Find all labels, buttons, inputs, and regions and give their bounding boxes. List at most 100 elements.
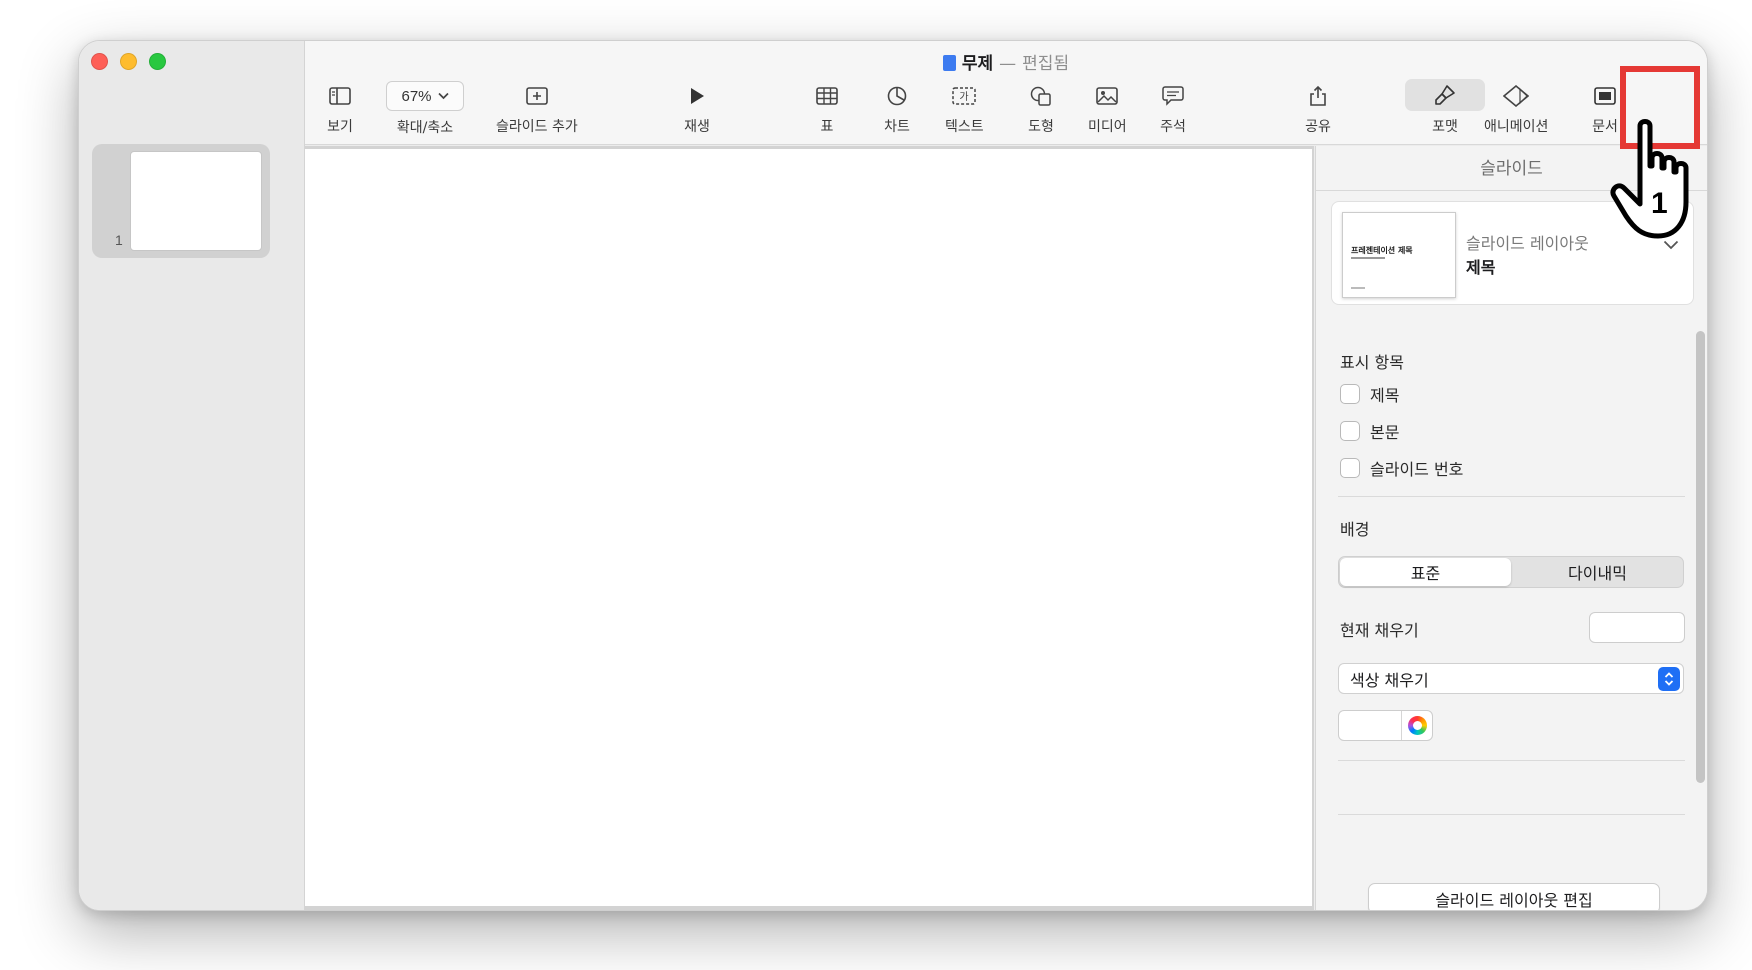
comment-icon [1158, 83, 1188, 109]
slide-thumbnail[interactable]: 1 [92, 144, 270, 258]
document-icon [1590, 83, 1620, 109]
edit-slide-layout-button[interactable]: 슬라이드 레이아웃 편집 [1368, 883, 1660, 910]
share-button[interactable]: 공유 [1303, 83, 1333, 136]
comment-button[interactable]: 주석 [1158, 83, 1188, 136]
slide-number-checkbox-row[interactable]: 슬라이드 번호 [1340, 456, 1463, 480]
paintbrush-icon [1405, 79, 1485, 111]
layout-thumbnail: 프레젠테이션 제목 [1342, 212, 1456, 298]
photo-icon [1092, 83, 1122, 109]
fill-type-select[interactable]: 색상 채우기 [1338, 663, 1684, 694]
shape-button[interactable]: 도형 [1026, 83, 1056, 136]
body-checkbox[interactable] [1340, 421, 1360, 441]
svg-text:가: 가 [960, 91, 969, 103]
add-slide-icon [522, 83, 552, 109]
background-label: 배경 [1340, 520, 1370, 539]
comment-label: 주석 [1160, 119, 1186, 135]
share-icon [1303, 83, 1333, 109]
sidebar-icon [325, 83, 355, 109]
inspector-title: 슬라이드 [1480, 159, 1543, 179]
background-mode-segmented-control: 표준 다이내믹 [1338, 556, 1684, 588]
layout-caption: 슬라이드 레이아웃 [1466, 234, 1589, 253]
zoom-control[interactable]: 67% 확대/축소 [386, 81, 464, 137]
slide-thumbnail-preview[interactable] [130, 151, 262, 251]
segment-standard[interactable]: 표준 [1340, 558, 1511, 586]
body-checkbox-label: 본문 [1370, 423, 1400, 442]
view-button[interactable]: 보기 [325, 83, 355, 136]
chart-button[interactable]: 차트 [882, 83, 912, 136]
main-area: 무제 — 편집됨 보기 67% 확대/축소 슬라이드 추가 재생 표 차트 가 … [305, 41, 1707, 910]
chart-label: 차트 [884, 119, 910, 135]
chevron-down-icon [437, 92, 449, 100]
text-button[interactable]: 가 텍스트 [945, 83, 984, 136]
layout-thumbnail-footer-line [1351, 287, 1365, 289]
close-window-button[interactable] [91, 53, 108, 70]
shapes-icon [1026, 83, 1056, 109]
diamond-icon [1501, 83, 1531, 109]
color-wheel-icon [1408, 716, 1427, 735]
inspector-panel: 슬라이드 프레젠테이션 제목 슬라이드 레이아웃 제목 표시 항목 제목 본문 … [1315, 146, 1707, 910]
table-button[interactable]: 표 [812, 83, 842, 136]
body-checkbox-row[interactable]: 본문 [1340, 419, 1399, 443]
title-checkbox[interactable] [1340, 384, 1360, 404]
window-controls [91, 53, 166, 70]
title-checkbox-row[interactable]: 제목 [1340, 382, 1399, 406]
slide-number-checkbox-label: 슬라이드 번호 [1370, 460, 1464, 479]
document-label: 문서 [1592, 119, 1618, 135]
fill-type-value: 색상 채우기 [1350, 670, 1429, 690]
share-label: 공유 [1305, 119, 1331, 135]
screen: 1 무제 — 편집됨 보기 67% 확대/축소 슬라이드 추가 재생 표 차트 … [0, 0, 1752, 970]
text-label: 텍스트 [945, 119, 984, 135]
play-icon [682, 83, 712, 109]
title-checkbox-label: 제목 [1370, 386, 1400, 405]
layout-thumbnail-title: 프레젠테이션 제목 [1351, 246, 1413, 255]
slide-navigator: 1 [79, 41, 305, 910]
color-well[interactable] [1338, 710, 1433, 741]
slide-canvas-area [305, 146, 1314, 910]
document-button[interactable]: 문서 [1590, 83, 1620, 136]
format-button[interactable]: 포맷 [1405, 79, 1485, 136]
section-divider [1338, 760, 1685, 761]
edit-state: 편집됨 [1022, 54, 1070, 74]
maximize-window-button[interactable] [149, 53, 166, 70]
zoom-select[interactable]: 67% [386, 81, 464, 111]
media-label: 미디어 [1088, 119, 1127, 135]
segment-dynamic[interactable]: 다이내믹 [1512, 557, 1683, 587]
document-name: 무제 [961, 54, 994, 74]
play-button[interactable]: 재생 [682, 83, 712, 136]
table-icon [812, 83, 842, 109]
zoom-value: 67% [401, 87, 432, 105]
section-divider [1338, 496, 1685, 497]
chevron-down-icon [1663, 240, 1679, 250]
play-label: 재생 [684, 119, 710, 135]
layout-thumbnail-subtitle-line [1351, 257, 1385, 259]
slide-canvas[interactable] [305, 149, 1312, 906]
current-fill-label: 현재 채우기 [1340, 621, 1419, 640]
animate-button[interactable]: 애니메이션 [1484, 83, 1548, 136]
inspector-scrollbar[interactable] [1696, 331, 1705, 783]
table-label: 표 [820, 119, 834, 135]
color-picker-button[interactable] [1401, 711, 1432, 740]
keynote-window: 1 무제 — 편집됨 보기 67% 확대/축소 슬라이드 추가 재생 표 차트 … [78, 40, 1708, 911]
inspector-header-divider [1316, 190, 1707, 191]
keynote-document-icon [942, 55, 956, 71]
current-fill-swatch[interactable] [1589, 612, 1685, 643]
format-label: 포맷 [1432, 119, 1458, 135]
pie-chart-icon [882, 83, 912, 109]
slide-number: 1 [115, 232, 123, 248]
window-title: 무제 — 편집됨 [305, 49, 1707, 74]
up-down-arrows-icon [1658, 667, 1680, 691]
appearance-label: 표시 항목 [1340, 353, 1404, 372]
minimize-window-button[interactable] [120, 53, 137, 70]
zoom-label: 확대/축소 [396, 120, 454, 136]
add-slide-button[interactable]: 슬라이드 추가 [496, 83, 578, 136]
title-separator: — [999, 54, 1017, 74]
add-slide-label: 슬라이드 추가 [496, 119, 578, 135]
slide-number-checkbox[interactable] [1340, 458, 1360, 478]
shape-label: 도형 [1028, 119, 1054, 135]
animate-label: 애니메이션 [1484, 119, 1549, 135]
text-box-icon: 가 [949, 83, 979, 109]
toolbar: 무제 — 편집됨 보기 67% 확대/축소 슬라이드 추가 재생 표 차트 가 … [305, 41, 1707, 145]
layout-name: 제목 [1466, 258, 1496, 277]
media-button[interactable]: 미디어 [1088, 83, 1127, 136]
slide-layout-picker[interactable]: 프레젠테이션 제목 슬라이드 레이아웃 제목 [1331, 201, 1694, 305]
